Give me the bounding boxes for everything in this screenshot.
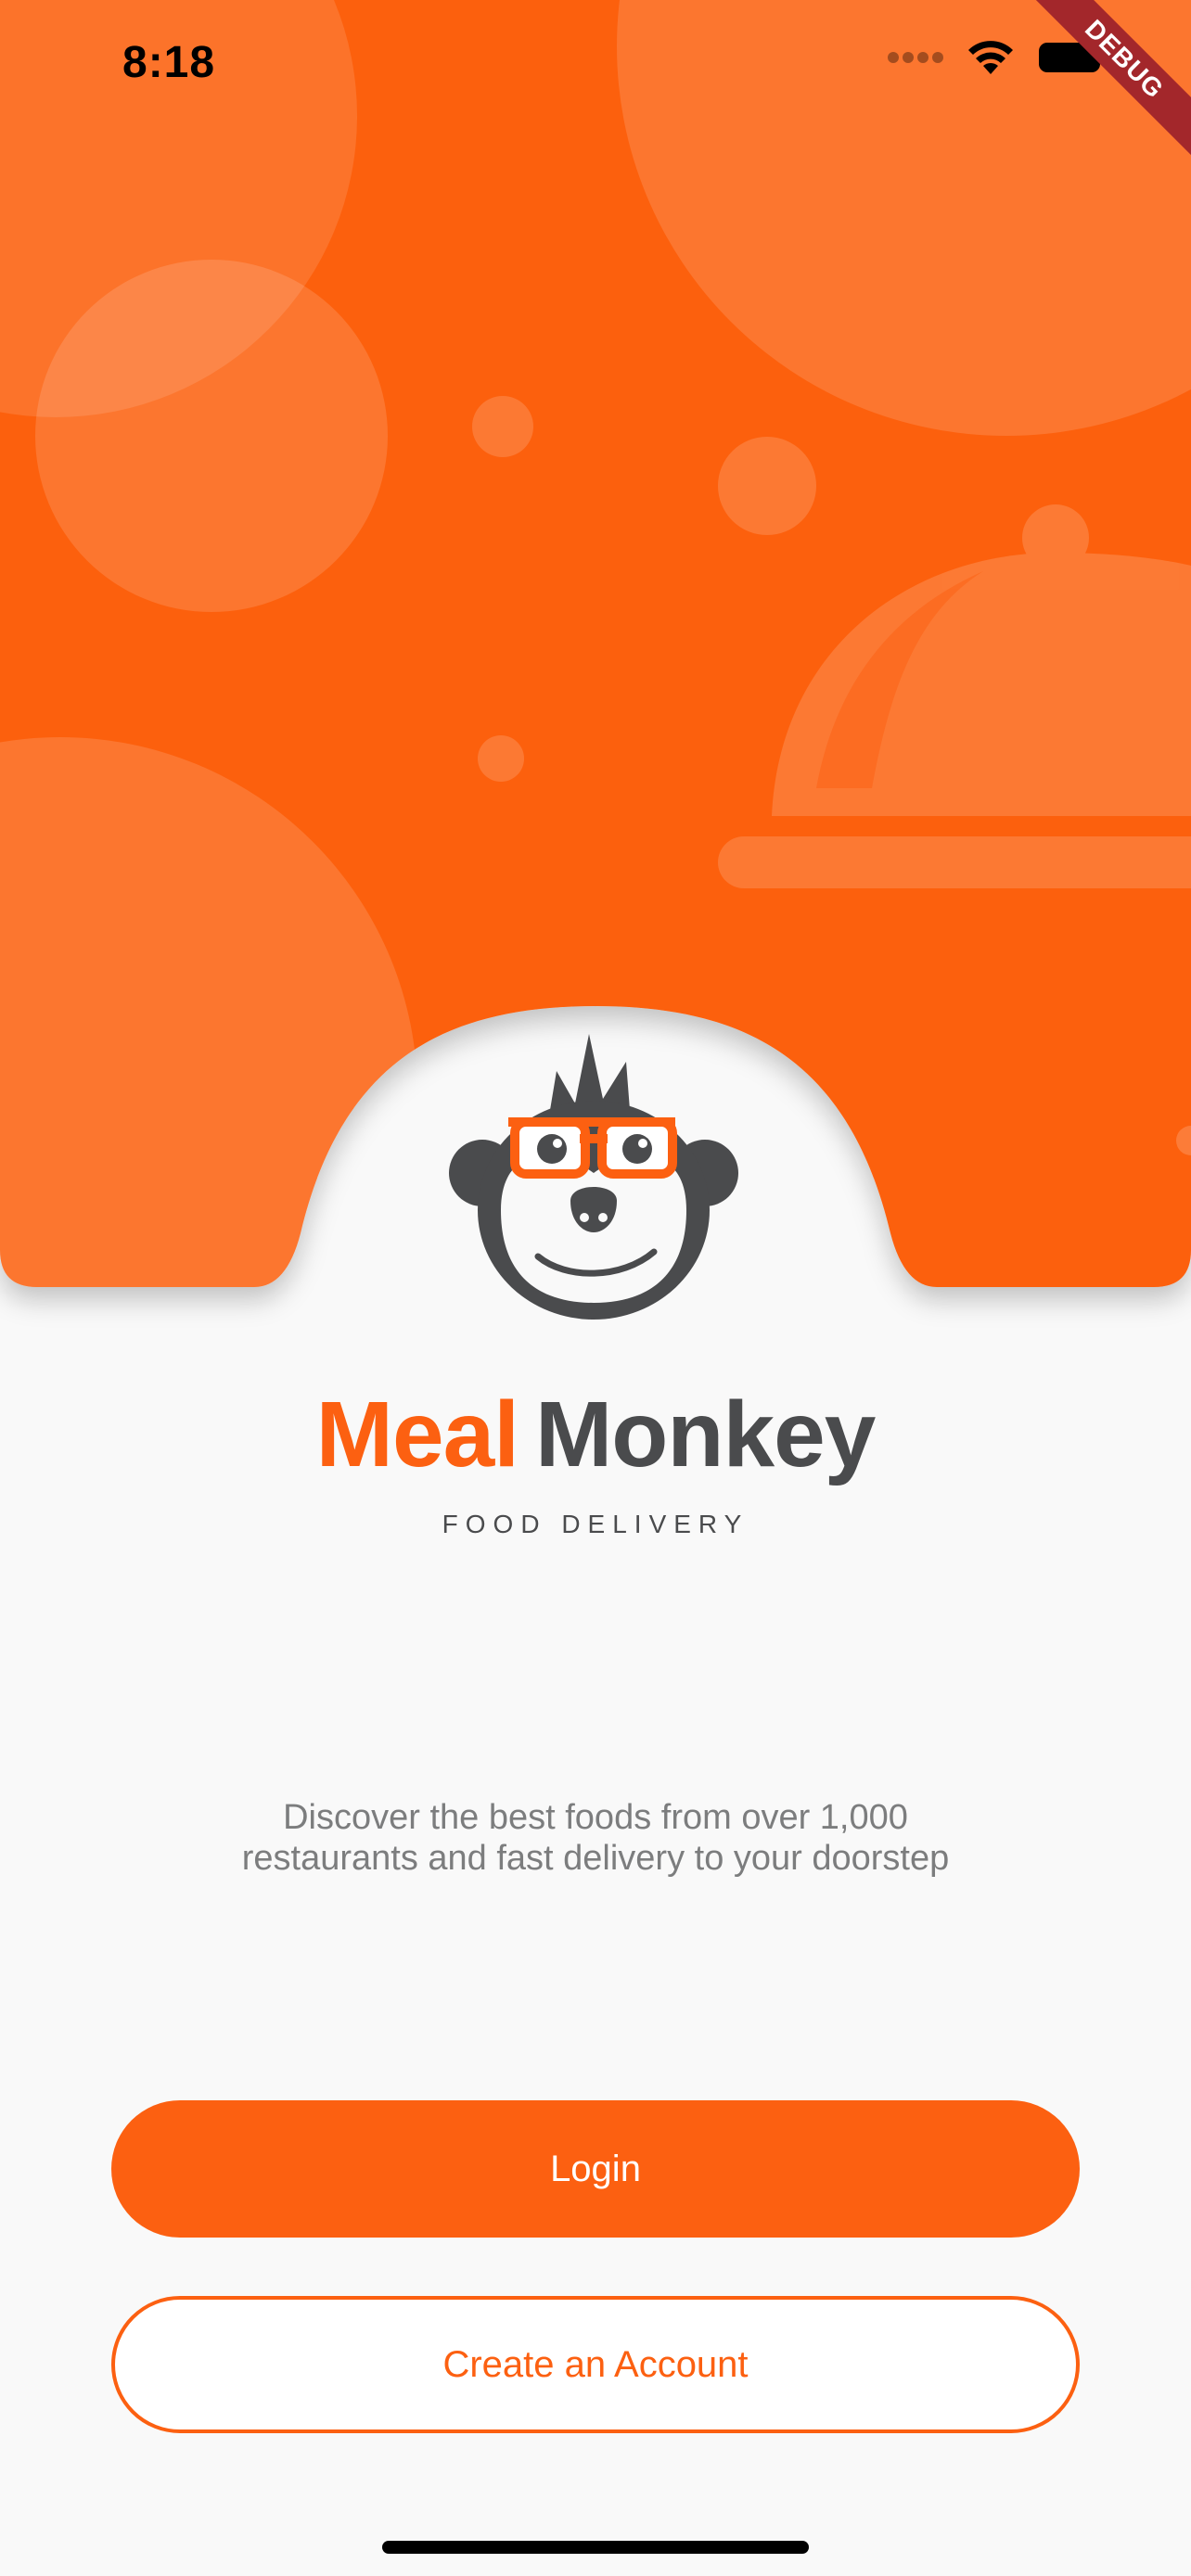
intro-description: Discover the best foods from over 1,000 … bbox=[132, 1797, 1059, 1879]
decor-circle bbox=[718, 437, 816, 535]
brand-tagline: FOOD DELIVERY bbox=[442, 1510, 749, 1538]
login-button[interactable]: Login bbox=[111, 2100, 1080, 2238]
cellular-signal-icon bbox=[888, 52, 943, 63]
decor-circle bbox=[35, 260, 388, 612]
monkey-logo-icon bbox=[449, 1034, 738, 1320]
description-line: Discover the best foods from over 1,000 bbox=[283, 1798, 908, 1837]
debug-label: DEBUG bbox=[1011, 0, 1191, 172]
brand-name-primary: Meal bbox=[315, 1383, 519, 1486]
description-line: restaurants and fast delivery to your do… bbox=[241, 1839, 950, 1878]
decor-circle bbox=[472, 396, 533, 457]
status-time: 8:18 bbox=[122, 38, 216, 87]
create-account-button-label: Create an Account bbox=[442, 2343, 749, 2385]
create-account-button[interactable]: Create an Account bbox=[111, 2296, 1080, 2433]
brand-name-secondary: Monkey bbox=[535, 1383, 876, 1486]
debug-banner: DEBUG bbox=[1005, 0, 1191, 185]
home-indicator[interactable] bbox=[382, 2541, 809, 2554]
brand-wordmark: Meal Monkey bbox=[0, 1382, 1191, 1488]
decor-circle bbox=[478, 735, 524, 782]
login-button-label: Login bbox=[550, 2148, 641, 2189]
